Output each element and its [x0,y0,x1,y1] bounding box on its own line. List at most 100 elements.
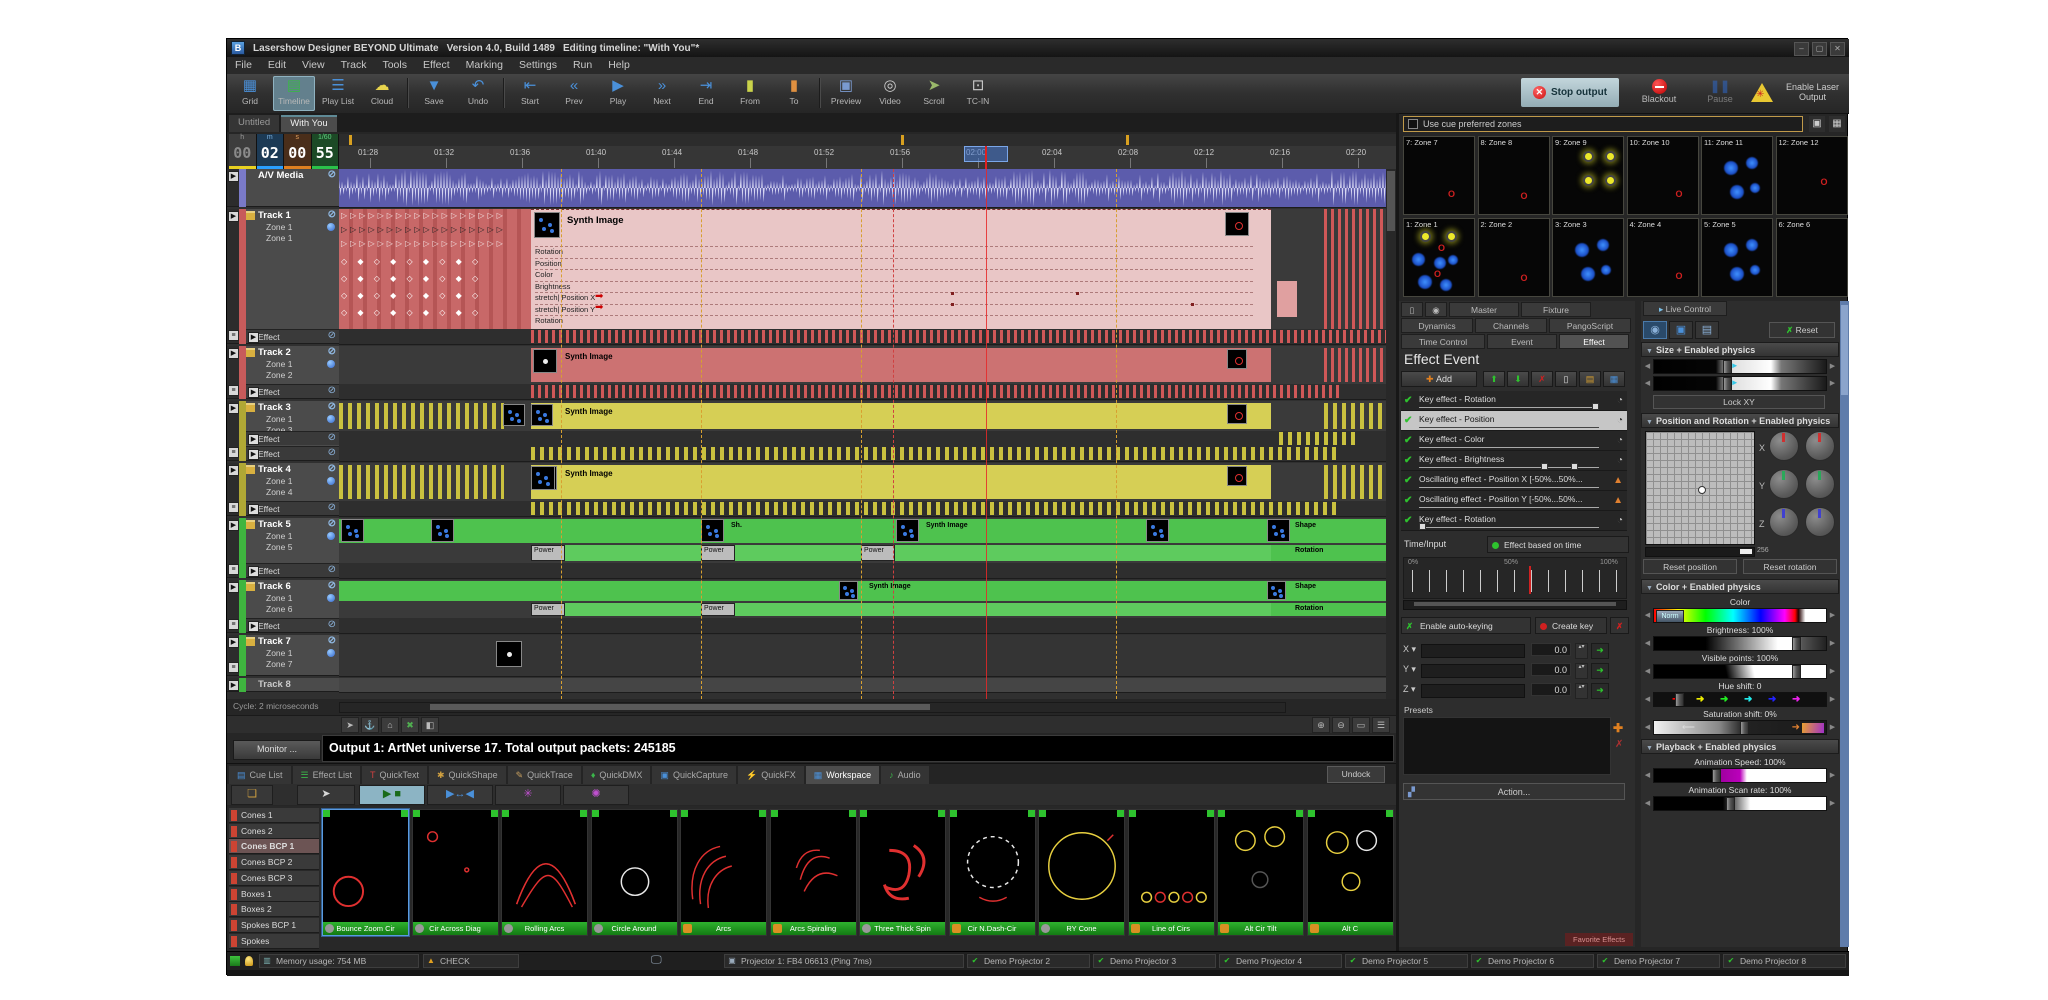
track-header[interactable]: ▶≡Track 4⊘Zone 1Zone 4Effect▶⊘ [227,463,339,516]
keyframe-region[interactable]: ▷▷▷▷▷▷▷▷▷▷▷▷▷▷▷▷▷▷▷▷▷▷▷▷▷▷▷▷▷▷▷▷▷▷▷▷▷▷▷▷… [339,209,531,329]
action-button[interactable]: Action...▞ [1403,783,1625,800]
tab-channels[interactable]: Channels [1475,318,1547,333]
track-zone-row[interactable]: Zone 4 [246,487,339,498]
zone-cell-2[interactable]: 2: Zone 2O [1478,218,1550,297]
track-collapse-icon[interactable]: ▶ [228,465,239,476]
workspace-page-boxes-1[interactable]: Boxes 1 [229,887,319,902]
cue-circle-around[interactable]: Circle Around [591,809,678,936]
track-disable-icon[interactable]: ⊘ [328,209,336,220]
live-panel-scrollbar[interactable] [1840,301,1849,947]
slider-handle[interactable] [1792,637,1801,651]
track-zone-row[interactable]: Zone 6 [246,604,339,615]
track-zone-row[interactable]: Zone 1 [246,233,339,244]
track-effect-row[interactable]: Effect▶⊘ [246,501,339,515]
knob-y-b[interactable] [1805,469,1835,499]
event-bar[interactable] [531,348,1271,382]
scroll-thumb[interactable] [1414,602,1616,606]
toolbar-save-button[interactable]: ▼Save [413,76,455,111]
projector-status-1[interactable]: Projector 1: FB4 06613 (Ping 7ms)▣ [724,954,964,968]
stop-output-button[interactable]: ✕ Stop output [1521,78,1619,107]
effect-disable-icon[interactable]: ⊘ [328,502,336,513]
zone-info-icon[interactable] [327,360,335,368]
folder-icon[interactable]: ▤ [1695,321,1719,339]
cue-arcs[interactable]: Arcs [680,809,767,936]
move-up-icon[interactable]: ⬆ [1483,371,1505,387]
effect-disable-icon[interactable]: ⊘ [328,385,336,396]
track-name[interactable]: Track 4⊘ [246,463,339,476]
effect-play-icon[interactable]: ▶ [248,434,259,445]
axis-spinner[interactable]: ▴▾ [1575,663,1588,679]
event-thumbnail[interactable] [531,404,553,426]
track-effect-band[interactable] [339,384,1396,399]
pages-icon[interactable]: ❏ [231,785,273,805]
effect-play-icon[interactable]: ▶ [248,621,259,632]
track-zone-row[interactable]: Zone 1 [246,476,339,487]
toolbar-scroll-button[interactable]: ➤Scroll [913,76,955,111]
cue-ry-cone[interactable]: RY Cone [1038,809,1125,936]
track-effect-row[interactable]: Effect▶⊘ [246,384,339,398]
track-zone-row[interactable]: Zone 1 [246,414,339,425]
cursor-tool-icon[interactable]: ➤ [341,717,359,733]
track-header[interactable]: ▶≡Track 7⊘Zone 1Zone 7 [227,635,339,676]
tab-quickdmx[interactable]: ♦QuickDMX [583,766,651,784]
workspace-page-spokes[interactable]: Spokes [229,934,319,949]
slider-right-arrow[interactable]: ▶ [1828,664,1837,679]
play-seek-icon[interactable]: ▶↔◀ [427,785,493,805]
track-mode-icon[interactable]: ≡ [228,330,239,341]
timeline-v-scrollbar[interactable] [1386,169,1396,699]
event-thumbnail[interactable] [839,581,858,600]
slider-handle[interactable] [1792,665,1801,679]
cue-three-thick-spin[interactable]: Three Thick Spin [859,809,946,936]
track-name[interactable]: Track 6⊘ [246,580,339,593]
event-thumbnail[interactable] [1225,212,1249,236]
tab-live-control[interactable]: ▸ Live Control [1643,301,1727,316]
scroll-thumb[interactable] [1387,171,1395,231]
workspace-page-cones-1[interactable]: Cones 1 [229,808,319,823]
event-thumbnail[interactable] [341,519,364,542]
play-stop-icon[interactable]: ▶ ■ [359,785,425,805]
toolbar-tc-in-button[interactable]: ⊡TC-IN [957,76,999,111]
toolbar-play-list-button[interactable]: ☰Play List [317,76,359,111]
slider-right-arrow[interactable]: ▶ [1828,720,1837,735]
slider-right-arrow[interactable]: ▶ [1828,359,1837,374]
slider-handle[interactable] [1726,797,1735,811]
track-collapse-icon[interactable]: ▶ [228,403,239,414]
track-disable-icon[interactable]: ⊘ [328,346,336,357]
blackout-button[interactable]: Blackout [1627,78,1691,107]
track-name[interactable]: Track 7⊘ [246,635,339,648]
toolbar-preview-button[interactable]: ▣Preview [825,76,867,111]
slider-left-arrow[interactable]: ◀ [1643,636,1652,651]
slider-bar[interactable] [1653,636,1827,651]
track-effect-row[interactable]: Effect▶⊘ [246,431,339,445]
track-zone-row[interactable]: Zone 1 [246,648,339,659]
track-mode-icon[interactable]: ≡ [228,619,239,630]
track-zone-row[interactable]: Zone 5 [246,542,339,553]
zone-cell-7[interactable]: 7: Zone 7O [1403,136,1475,215]
green-fill[interactable] [339,519,1396,543]
knob-y-a[interactable] [1769,469,1799,499]
effect-play-icon[interactable]: ▶ [248,449,259,460]
effect-item-4[interactable]: ✔Oscillating effect - Position X [-50%..… [1401,471,1627,491]
delete-tool-icon[interactable]: ✖ [401,717,419,733]
toolbar-undo-button[interactable]: ↶Undo [457,76,499,111]
toolbar-to-button[interactable]: ▮To [773,76,815,111]
menu-file[interactable]: File [227,57,260,74]
event-thumbnail[interactable] [1227,349,1247,369]
menu-effect[interactable]: Effect [415,57,458,74]
event-thumbnail[interactable] [503,404,525,426]
slider-speed[interactable]: ◀▶ [1643,768,1837,783]
tab-audio[interactable]: ♪Audio [881,766,929,784]
slider-handle[interactable] [1675,693,1684,707]
toolbar-next-button[interactable]: »Next [641,76,683,111]
globe-icon[interactable]: ◉ [1643,321,1667,339]
tab-effect[interactable]: Effect [1559,334,1629,349]
slider-bar[interactable] [1653,768,1827,783]
track-header[interactable]: ▶≡Track 3⊘Zone 1Zone 3Effect▶⊘Effect▶⊘ [227,401,339,461]
slider-handle[interactable] [1723,377,1732,391]
fx-spider-icon[interactable]: ✺ [563,785,629,805]
slider-handle[interactable] [1723,360,1732,374]
track-collapse-icon[interactable]: ▶ [228,211,239,222]
projector-status-4[interactable]: Demo Projector 4✔ [1219,954,1342,968]
axis-value[interactable]: 0.0 [1531,663,1571,676]
fit-view-icon[interactable]: ▭ [1352,717,1370,733]
